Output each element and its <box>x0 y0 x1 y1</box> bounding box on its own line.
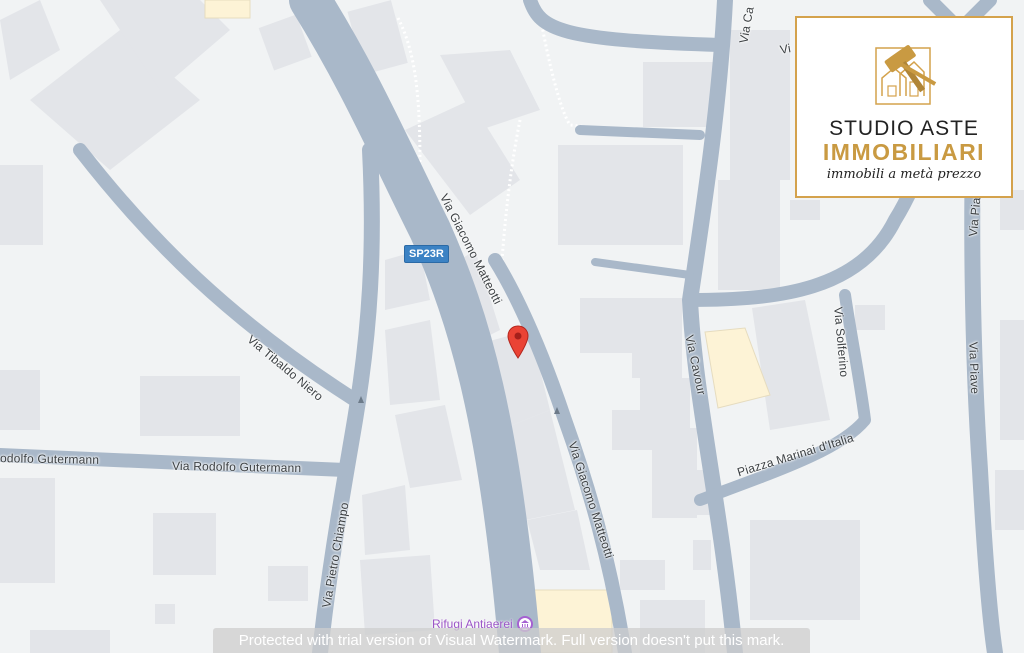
logo-tagline: immobili a metà prezzo <box>826 167 982 182</box>
street-label-via-top-right: Vi <box>778 41 792 57</box>
map-view[interactable]: Via Ca Vi Via Pia Via Giacomo Matteotti … <box>0 0 1024 653</box>
studio-aste-logo: STUDIO ASTE IMMOBILIARI immobili a metà … <box>795 16 1013 198</box>
street-label-via-rodolfo-gutermann-left: odolfo Gutermann <box>0 451 100 467</box>
street-label-via-piave: Via Piave <box>966 341 983 395</box>
watermark-banner: Protected with trial version of Visual W… <box>213 628 810 653</box>
logo-title: STUDIO ASTE <box>829 117 979 140</box>
street-label-via-rodolfo-gutermann: Via Rodolfo Gutermann <box>171 458 302 476</box>
route-badge: SP23R <box>404 245 449 263</box>
gavel-house-icon <box>797 34 1011 115</box>
location-pin-icon[interactable] <box>507 325 529 364</box>
logo-subtitle: IMMOBILIARI <box>822 139 986 165</box>
